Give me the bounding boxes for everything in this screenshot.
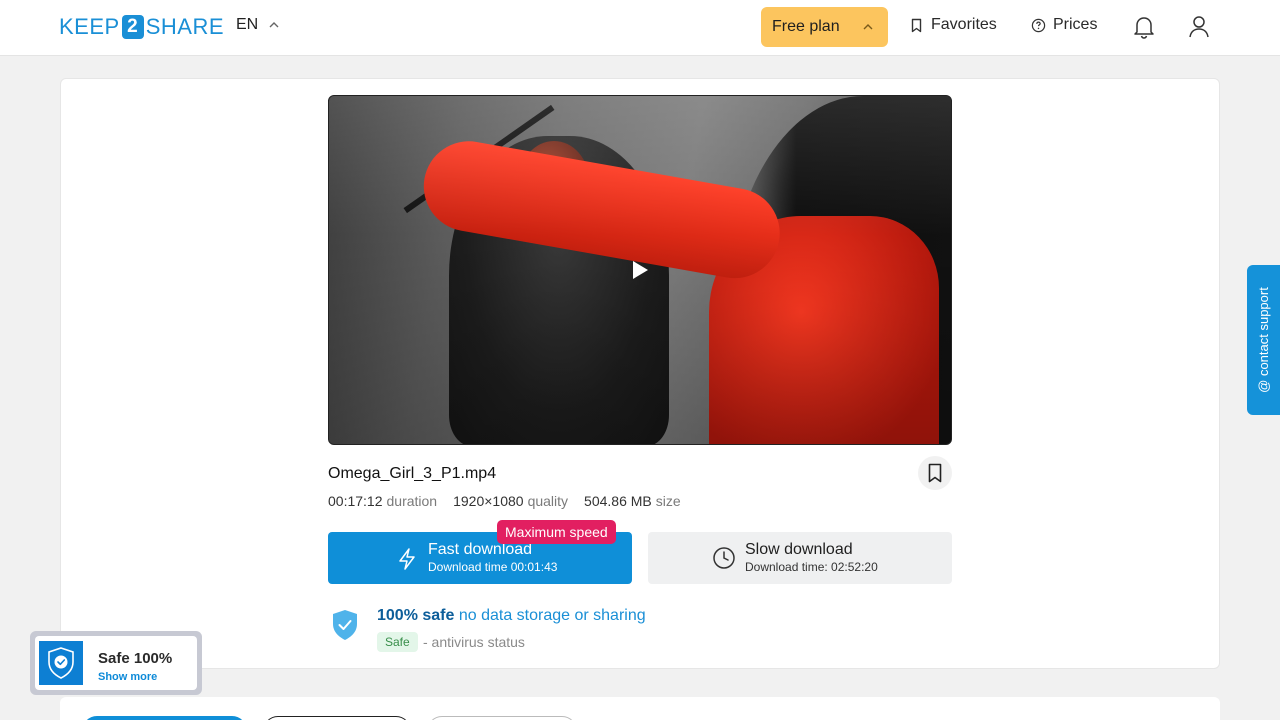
size-meta: 504.86 MB size xyxy=(584,493,681,509)
safe-widget-logo xyxy=(39,641,83,685)
contact-support-tab[interactable]: @ contact support xyxy=(1247,265,1280,415)
notifications-button[interactable] xyxy=(1132,14,1156,40)
file-name: Omega_Girl_3_P1.mp4 xyxy=(328,465,497,482)
prices-link[interactable]: Prices xyxy=(1031,16,1097,34)
safety-headline-bold: 100% safe xyxy=(377,607,455,624)
logo-text-right: SHARE xyxy=(145,14,224,39)
duration-label: duration xyxy=(386,493,438,509)
shield-check-icon xyxy=(48,647,74,679)
keep2share-logo[interactable]: KEEP 2 SHARE xyxy=(59,14,224,40)
bottom-tab-1[interactable] xyxy=(82,716,247,720)
maximum-speed-badge: Maximum speed xyxy=(497,520,616,544)
bookmark-icon xyxy=(911,18,922,32)
free-plan-button[interactable]: Free plan xyxy=(761,7,888,47)
chevron-up-icon xyxy=(269,22,279,28)
bottom-tab-2[interactable] xyxy=(263,716,411,720)
video-preview[interactable] xyxy=(328,95,952,445)
prices-label: Prices xyxy=(1053,16,1098,33)
shield-check-icon xyxy=(333,610,357,640)
safe-widget-title: Safe 100% xyxy=(98,650,173,667)
favorites-link[interactable]: Favorites xyxy=(909,16,997,34)
safe-widget-show-more-link[interactable]: Show more xyxy=(98,671,157,683)
account-button[interactable] xyxy=(1187,14,1211,40)
chevron-up-icon xyxy=(863,24,873,30)
logo-text-left: KEEP xyxy=(59,14,120,39)
quality-label: quality xyxy=(527,493,569,509)
user-icon xyxy=(1189,16,1209,38)
logo-mark: 2 xyxy=(121,15,144,39)
slow-download-time: Download time: 02:52:20 xyxy=(745,560,878,574)
language-label: EN xyxy=(236,16,259,33)
safety-headline: 100% safe no data storage or sharing xyxy=(377,607,646,625)
play-icon[interactable] xyxy=(633,261,648,279)
safe-widget-inner: Safe 100% Show more xyxy=(35,636,197,690)
favorites-label: Favorites xyxy=(931,16,997,33)
slow-download-title: Slow download xyxy=(745,541,853,558)
plan-label: Free plan xyxy=(772,18,840,35)
language-selector[interactable]: EN xyxy=(236,16,280,34)
bell-icon xyxy=(1134,17,1154,39)
fast-download-time: Download time 00:01:43 xyxy=(428,560,558,574)
duration-meta: 00:17:12 duration xyxy=(328,493,437,509)
safety-headline-rest: no data storage or sharing xyxy=(458,607,646,624)
size-label: size xyxy=(655,493,681,509)
safe-100-widget[interactable]: Safe 100% Show more xyxy=(30,631,202,695)
quality-value: 1920×1080 xyxy=(453,493,524,509)
file-meta: 00:17:12 duration 1920×1080 quality 504.86… xyxy=(328,493,681,509)
antivirus-safe-badge: Safe xyxy=(377,632,418,652)
bookmark-icon xyxy=(928,463,942,483)
clock-icon xyxy=(713,547,735,569)
size-value: 504.86 MB xyxy=(584,493,652,509)
top-header: KEEP 2 SHARE EN Free plan Favorites Pric… xyxy=(0,0,1280,56)
slow-download-button[interactable]: Slow download Download time: 02:52:20 xyxy=(648,532,952,584)
bottom-tab-3[interactable] xyxy=(427,716,577,720)
antivirus-status-text: - antivirus status xyxy=(423,634,525,650)
add-to-favorites-button[interactable] xyxy=(918,456,952,490)
lightning-icon xyxy=(399,548,415,570)
contact-support-label: @ contact support xyxy=(1256,287,1271,393)
quality-meta: 1920×1080 quality xyxy=(453,493,568,509)
duration-value: 00:17:12 xyxy=(328,493,383,509)
help-circle-icon xyxy=(1031,18,1046,32)
